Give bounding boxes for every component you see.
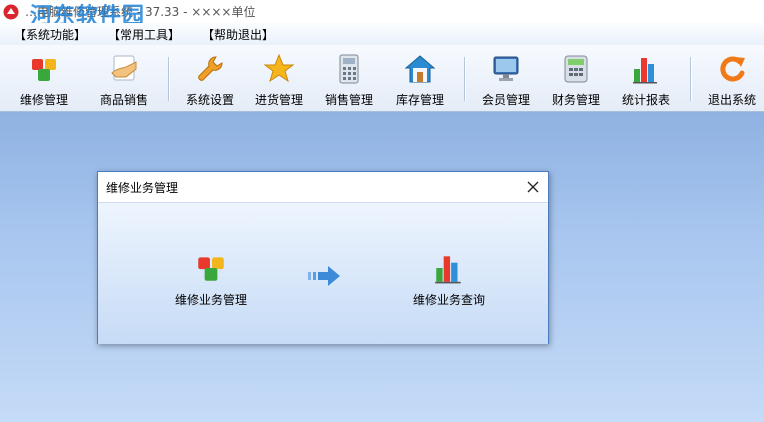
dialog-body: 维修业务管理 维修业务查询 — [98, 202, 548, 344]
toolbar-repair-management-button[interactable]: 维修管理 — [20, 53, 68, 109]
title-bar: …电脑维修管理系统 - 37.33 - ××××单位 — [0, 0, 764, 23]
menu-common-tools[interactable]: 【常用工具】 — [104, 26, 184, 43]
toolbar-inventory-management-button[interactable]: 库存管理 — [396, 53, 444, 109]
menu-system-functions[interactable]: 【系统功能】 — [10, 26, 90, 43]
toolbar-sales-management-button[interactable]: 销售管理 — [325, 53, 373, 109]
cubes-icon — [198, 257, 224, 281]
menu-bar: 【系统功能】 【常用工具】 【帮助退出】 — [0, 23, 764, 45]
bar-chart-icon — [633, 58, 657, 84]
toolbar-purchase-management-button[interactable]: 进货管理 — [255, 53, 303, 109]
wrench-icon — [198, 56, 223, 81]
calculator-icon — [339, 54, 359, 84]
cash-register-icon — [564, 55, 588, 83]
toolbar-separator — [168, 57, 170, 101]
toolbar-finance-management-button[interactable]: 财务管理 — [552, 53, 600, 109]
window-title: …电脑维修管理系统 - 37.33 - ××××单位 — [25, 5, 256, 19]
repair-business-query-action[interactable]: 维修业务查询 — [394, 251, 504, 308]
house-icon — [404, 55, 436, 83]
exit-refresh-icon — [720, 56, 745, 82]
dialog-close-button[interactable] — [518, 172, 548, 202]
toolbar-system-settings-button[interactable]: 系统设置 — [186, 53, 234, 109]
star-icon — [263, 53, 295, 83]
menu-help-exit[interactable]: 【帮助退出】 — [198, 26, 278, 43]
toolbar-product-sales-button[interactable]: 商品销售 — [100, 53, 148, 109]
toolbar-separator — [690, 57, 692, 101]
dialog-title-bar[interactable]: 维修业务管理 — [98, 172, 548, 202]
toolbar-separator — [464, 57, 466, 101]
toolbar: 维修管理 商品销售 系统设置 进货管理 销售管理 库存管理 会员管理 财务管理 … — [0, 45, 764, 112]
monitor-icon — [493, 56, 519, 81]
toolbar-exit-system-button[interactable]: 退出系统 — [708, 53, 756, 109]
handshake-icon — [111, 55, 137, 81]
app-logo-icon — [3, 4, 19, 19]
toolbar-member-management-button[interactable]: 会员管理 — [482, 53, 530, 109]
repair-business-management-action[interactable]: 维修业务管理 — [156, 251, 266, 308]
cubes-icon — [32, 59, 56, 81]
close-icon — [527, 181, 539, 193]
dialog-title: 维修业务管理 — [106, 180, 179, 195]
toolbar-statistics-report-button[interactable]: 统计报表 — [622, 53, 670, 109]
arrow-right-icon — [308, 266, 340, 286]
repair-business-dialog: 维修业务管理 维修业务管理 维修业务查询 — [97, 171, 549, 344]
bar-chart-icon — [435, 256, 461, 284]
